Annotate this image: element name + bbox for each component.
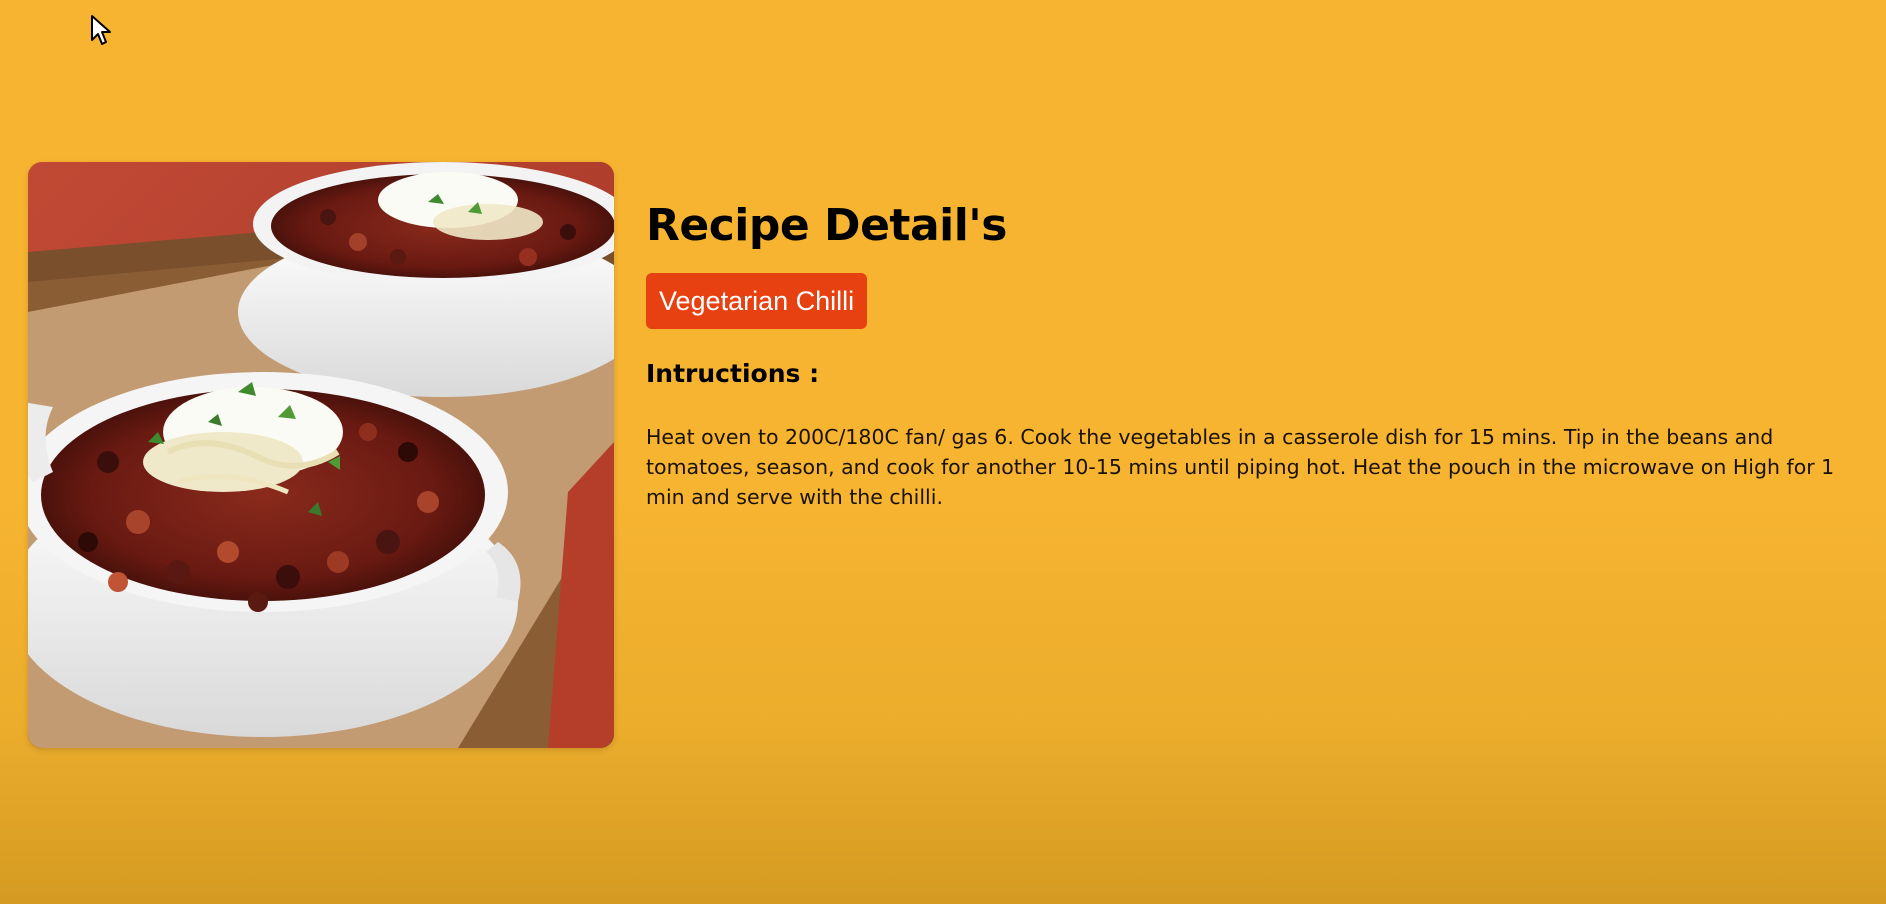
recipe-image [28,162,614,748]
page-title: Recipe Detail's [646,200,1007,251]
instructions-heading: Intructions : [646,359,820,388]
instructions-text: Heat oven to 200C/180C fan/ gas 6. Cook … [646,425,1835,509]
mouse-pointer-icon [91,15,111,45]
category-badge[interactable]: Vegetarian Chilli [646,273,868,329]
recipe-details: Recipe Detail's Vegetarian Chilli Intruc… [646,200,1846,512]
chilli-bowls-illustration [28,162,614,748]
